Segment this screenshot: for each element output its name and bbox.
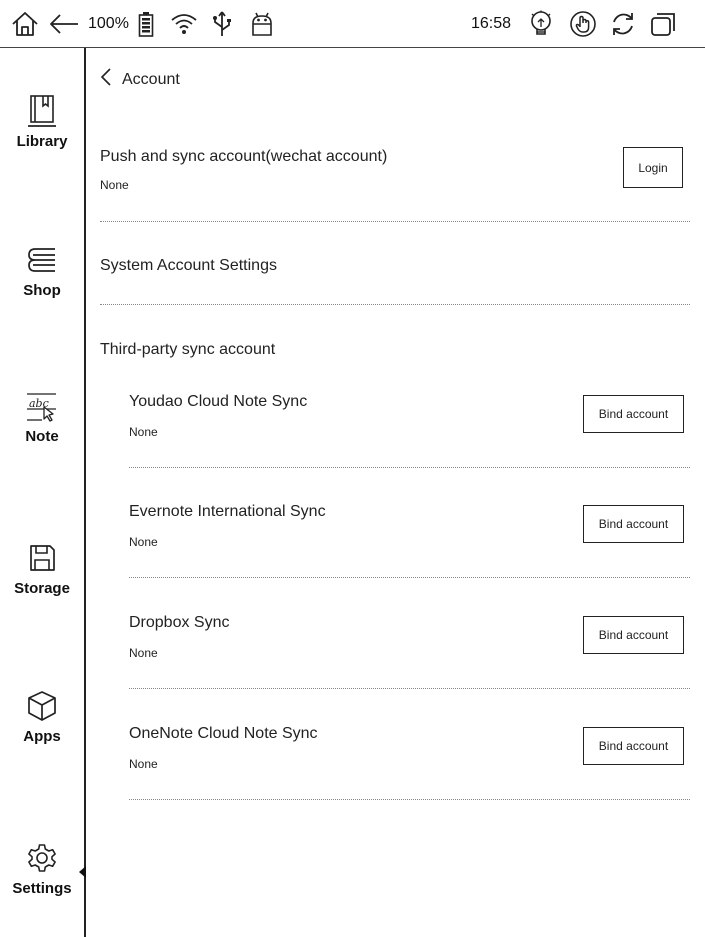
section-header-third-party: Third-party sync account [100, 341, 276, 358]
library-icon [27, 93, 57, 129]
login-button[interactable]: Login [623, 147, 683, 188]
onenote-sync-status: None [129, 757, 158, 771]
touch-icon[interactable] [569, 0, 597, 48]
divider [129, 688, 690, 689]
home-icon[interactable] [10, 0, 40, 48]
sidebar-item-label: Shop [23, 282, 61, 299]
refresh-icon[interactable] [609, 0, 637, 48]
sidebar: Library Shop abc Note Storage Apps Setti… [0, 48, 86, 937]
clock: 16:58 [471, 15, 512, 32]
sidebar-item-label: Note [25, 428, 59, 445]
back-arrow-icon[interactable] [48, 0, 80, 48]
evernote-sync-title: Evernote International Sync [129, 503, 326, 520]
divider [100, 221, 690, 222]
storage-icon [28, 540, 56, 576]
sidebar-item-storage[interactable]: Storage [0, 540, 84, 597]
account-page: Account Push and sync account(wechat acc… [86, 48, 705, 937]
youdao-sync-status: None [129, 425, 158, 439]
sidebar-item-shop[interactable]: Shop [0, 242, 84, 299]
settings-icon [27, 840, 57, 876]
sidebar-item-note[interactable]: abc Note [0, 388, 84, 445]
dropbox-sync-status: None [129, 646, 158, 660]
status-bar: 100% 16:58 [0, 0, 705, 48]
dropbox-sync-title: Dropbox Sync [129, 614, 230, 631]
divider [129, 799, 690, 800]
sidebar-item-library[interactable]: Library [0, 93, 84, 150]
evernote-sync-status: None [129, 535, 158, 549]
system-account-settings[interactable]: System Account Settings [100, 257, 277, 275]
light-bulb-icon[interactable] [528, 0, 554, 48]
youdao-bind-account-button[interactable]: Bind account [583, 395, 684, 433]
battery-percent: 100% [88, 15, 129, 32]
sidebar-item-label: Storage [14, 580, 70, 597]
apps-icon [27, 688, 57, 724]
youdao-sync-title: Youdao Cloud Note Sync [129, 393, 308, 410]
sidebar-item-label: Settings [12, 880, 72, 897]
dropbox-bind-account-button[interactable]: Bind account [583, 616, 684, 654]
usb-icon [212, 0, 232, 48]
onenote-bind-account-button[interactable]: Bind account [583, 727, 684, 765]
wifi-icon [170, 0, 198, 48]
divider [129, 577, 690, 578]
active-indicator [79, 866, 86, 878]
back-button[interactable]: Account [100, 68, 180, 91]
evernote-bind-account-button[interactable]: Bind account [583, 505, 684, 543]
divider [129, 467, 690, 468]
sidebar-item-label: Apps [23, 728, 61, 745]
onenote-sync-title: OneNote Cloud Note Sync [129, 725, 318, 742]
push-sync-status: None [100, 178, 129, 192]
chevron-left-icon [100, 68, 112, 91]
sidebar-item-apps[interactable]: Apps [0, 688, 84, 745]
sidebar-item-settings[interactable]: Settings [0, 840, 84, 897]
divider [100, 304, 690, 305]
push-sync-title: Push and sync account(wechat account) [100, 148, 388, 165]
sidebar-item-label: Library [16, 133, 68, 150]
shop-icon [27, 242, 57, 278]
note-icon: abc [26, 388, 58, 424]
page-title: Account [122, 70, 180, 88]
multitask-icon[interactable] [648, 0, 678, 48]
battery-icon [138, 0, 154, 48]
android-icon [250, 0, 274, 48]
